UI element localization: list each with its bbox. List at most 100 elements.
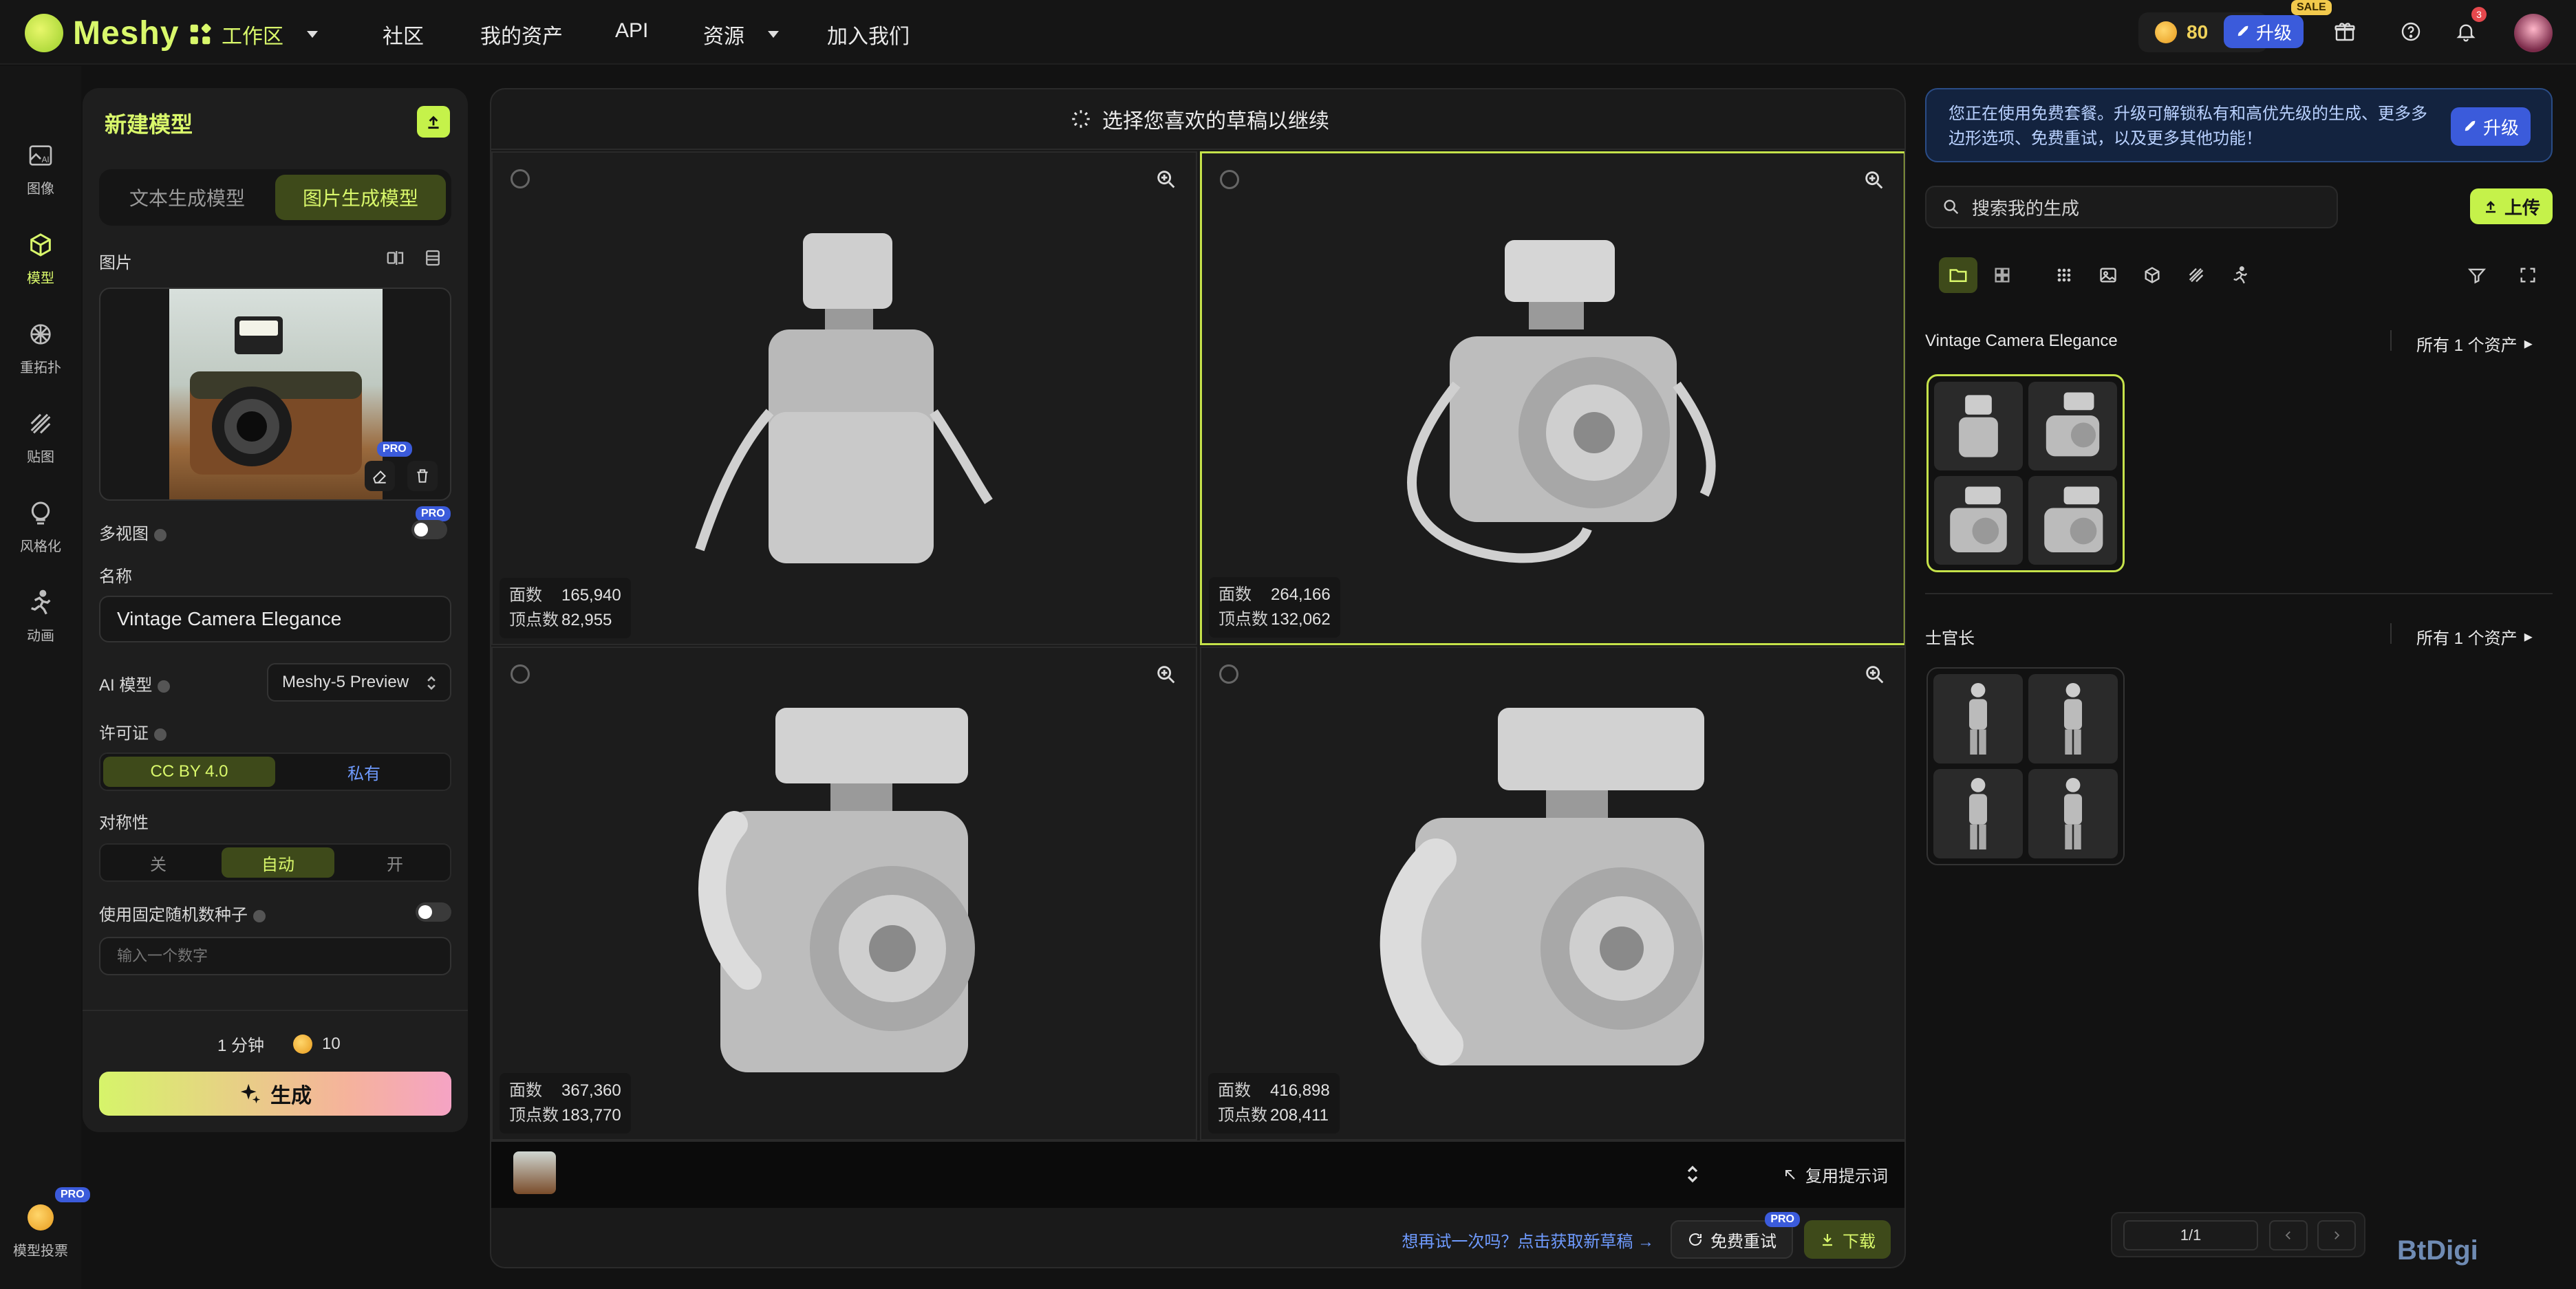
nav-resources-label: 资源 <box>703 25 744 48</box>
multiview-label-text: 多视图 <box>99 525 149 543</box>
upload-icon[interactable] <box>417 106 450 138</box>
split-view-icon[interactable] <box>385 248 407 270</box>
multiview-toggle[interactable] <box>411 520 447 539</box>
input-image-thumbnail[interactable] <box>513 1151 556 1194</box>
rail-item-retopo[interactable]: 重拓扑 <box>0 319 81 376</box>
prompt-bar: 复用提示词 <box>491 1140 1904 1208</box>
draft-radio[interactable] <box>511 169 530 188</box>
draft-stats: 面数 264,166 顶点数 132,062 <box>1209 577 1340 638</box>
rail-item-animate[interactable]: 动画 <box>0 587 81 644</box>
asset-card-camera[interactable] <box>1926 374 2125 572</box>
rail-item-image[interactable]: AI 图像 <box>0 140 81 197</box>
chevron-right-icon[interactable] <box>2317 1220 2356 1250</box>
upgrade-label: 升级 <box>2255 22 2292 43</box>
download-button[interactable]: 下载 <box>1804 1220 1891 1259</box>
watermark-logo: BtDigi <box>2397 1235 2478 1266</box>
meshy-logo[interactable]: Meshy <box>25 14 179 52</box>
help-icon[interactable] <box>2397 18 2425 45</box>
zoom-in-icon[interactable] <box>1863 169 1886 192</box>
folder-icon[interactable] <box>1939 257 1977 293</box>
gift-icon[interactable] <box>2331 18 2359 45</box>
ai-model-label-text: AI 模型 <box>99 676 153 695</box>
rail-label: 风格化 <box>20 539 61 554</box>
nav-join[interactable]: 加入我们 <box>827 19 910 50</box>
license-cc-by[interactable]: CC BY 4.0 <box>103 757 275 787</box>
divider <box>2390 623 2392 644</box>
credits-count: 80 <box>2187 21 2209 43</box>
nav-workspace-label: 工作区 <box>222 25 283 48</box>
draft-radio[interactable] <box>511 664 530 684</box>
all-assets-link[interactable]: 所有 1 个资产 ▸ <box>2416 332 2533 356</box>
animation-filter-icon[interactable] <box>2221 257 2260 293</box>
nav-assets[interactable]: 我的资产 <box>480 19 563 50</box>
gallery-icon[interactable] <box>422 248 444 270</box>
all-assets-link[interactable]: 所有 1 个资产 ▸ <box>2416 625 2533 649</box>
rail-item-stylize[interactable]: 风格化 <box>0 498 81 555</box>
rail-item-texture[interactable]: 贴图 <box>0 409 81 466</box>
upload-button[interactable]: 上传 <box>2470 188 2553 224</box>
nav-resources[interactable]: 资源 <box>703 19 779 50</box>
cube-filter-icon[interactable] <box>2133 257 2171 293</box>
reuse-prompt-button[interactable]: 复用提示词 <box>1782 1162 1888 1187</box>
generate-button[interactable]: 生成 <box>99 1072 451 1116</box>
retry-link[interactable]: 想再试一次吗？点击获取新草稿 → <box>1402 1228 1654 1252</box>
all-types-icon[interactable] <box>2045 257 2083 293</box>
zoom-in-icon[interactable] <box>1863 663 1887 686</box>
top-nav: Meshy 工作区 社区 我的资产 API 资源 加入我们 80 升级 SALE… <box>0 0 2576 65</box>
seed-toggle[interactable] <box>416 902 451 922</box>
draft-card[interactable]: 面数 165,940 顶点数 82,955 <box>491 151 1197 645</box>
symmetry-auto[interactable]: 自动 <box>222 847 334 878</box>
draft-radio[interactable] <box>1220 170 1239 189</box>
promo-upgrade-button[interactable]: 升级 <box>2451 107 2531 146</box>
asset-thumb <box>1934 382 2023 470</box>
grid-view-icon[interactable] <box>1983 257 2021 293</box>
rail-item-vote[interactable]: PRO 模型投票 <box>0 1187 90 1259</box>
texture-filter-icon[interactable] <box>2177 257 2215 293</box>
nav-workspace[interactable]: 工作区 <box>187 19 318 50</box>
trash-icon[interactable] <box>407 461 438 491</box>
search-box[interactable]: 搜索我的生成 <box>1925 186 2338 228</box>
user-avatar[interactable] <box>2514 14 2553 52</box>
tab-image-to-model[interactable]: 图片生成模型 <box>275 175 446 220</box>
sort-arrows-icon <box>427 676 436 690</box>
free-retry-button[interactable]: 免费重试 PRO <box>1671 1212 1800 1259</box>
asset-thumb <box>1933 674 2023 763</box>
nav-api[interactable]: API <box>615 19 648 43</box>
seed-input[interactable] <box>99 937 451 975</box>
workspace-icon <box>190 23 211 45</box>
draft-radio[interactable] <box>1219 664 1238 684</box>
tab-text-to-model[interactable]: 文本生成模型 <box>105 175 270 220</box>
rail-label: 模型 <box>27 271 54 286</box>
chevron-left-icon[interactable] <box>2269 1220 2308 1250</box>
nav-community[interactable]: 社区 <box>383 19 424 50</box>
draft-card[interactable]: 面数 367,360 顶点数 183,770 <box>491 647 1197 1140</box>
zoom-in-icon[interactable] <box>1155 663 1178 686</box>
draft-card-selected[interactable]: 面数 264,166 顶点数 132,062 <box>1200 151 1904 645</box>
rail-item-model[interactable]: 模型 <box>0 230 81 287</box>
symmetry-on[interactable]: 开 <box>340 847 450 878</box>
draft-model-preview <box>695 233 993 563</box>
eraser-icon[interactable] <box>365 461 395 491</box>
image-filter-icon[interactable] <box>2089 257 2127 293</box>
bell-icon[interactable] <box>2452 18 2480 45</box>
faces-value: 165,940 <box>561 586 621 605</box>
asset-card-sergeant[interactable] <box>1926 667 2125 865</box>
download-label: 下载 <box>1843 1232 1876 1251</box>
license-label-text: 许可证 <box>99 724 149 743</box>
draft-card[interactable]: 面数 416,898 顶点数 208,411 <box>1200 647 1904 1140</box>
asset-group-title: Vintage Camera Elegance <box>1925 332 2118 350</box>
zoom-in-icon[interactable] <box>1155 168 1178 191</box>
upgrade-button[interactable]: 升级 <box>2224 15 2304 48</box>
ai-model-select[interactable]: Meshy-5 Preview <box>267 663 451 702</box>
license-private[interactable]: 私有 <box>278 757 450 787</box>
asset-thumb <box>2028 674 2118 763</box>
mode-tabs: 文本生成模型 图片生成模型 <box>99 169 451 226</box>
filter-icon[interactable] <box>2458 257 2496 293</box>
symmetry-off[interactable]: 关 <box>103 847 213 878</box>
image-dropzone[interactable]: PRO <box>99 288 451 501</box>
expand-icon[interactable] <box>1684 1162 1701 1186</box>
promo-upgrade-label: 升级 <box>2482 117 2519 138</box>
page-indicator[interactable]: 1/1 <box>2123 1220 2258 1250</box>
model-name-input[interactable]: Vintage Camera Elegance <box>99 596 451 642</box>
fullscreen-icon[interactable] <box>2509 257 2547 293</box>
